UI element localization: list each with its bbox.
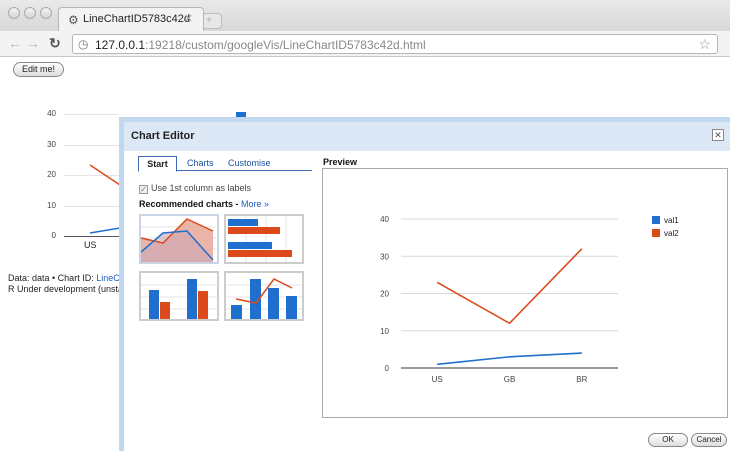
recommended-charts-heading: Recommended charts - More » [139,199,270,209]
editor-tabs: Start Charts Customise [138,156,312,172]
page-icon: ◷ [78,37,89,51]
use-first-column-checkbox[interactable]: ✓ [139,185,148,194]
y-tick-label: 20 [380,290,389,299]
puzzle-icon: ⚙ [68,13,79,27]
browser-titlebar: + ⚙ LineChartID5783c42d ✕ [0,0,730,31]
minimize-window-button[interactable] [24,7,36,19]
bg-y-tick: 30 [47,140,56,149]
browser-toolbar: ← → ↻ ◷ 127.0.0.1:19218/custom/googleVis… [0,31,730,57]
tab-charts[interactable]: Charts [187,156,214,171]
bg-val2-line [89,164,120,186]
legend-swatch-val2 [652,229,660,237]
bg-gridline [64,145,119,146]
use-first-column-option[interactable]: ✓ Use 1st column as labels [139,183,251,194]
bg-y-tick: 40 [47,109,56,118]
legend-label-val2: val2 [664,229,679,238]
url-text: 127.0.0.1:19218/custom/googleVis/LineCha… [95,38,426,52]
bar-chart-thumbnail-icon [228,216,292,262]
chart-info-line: Data: data • Chart ID: LineCh [8,273,125,283]
y-tick-label: 10 [380,327,389,336]
bg-y-tick: 10 [47,201,56,210]
column-chart-thumbnail-icon [141,279,217,319]
bookmark-star-icon[interactable]: ☆ [698,36,711,53]
bg-x-label: US [84,240,97,250]
column-chart-thumbnail[interactable] [139,271,219,321]
cancel-button[interactable]: Cancel [691,433,727,447]
edit-me-button[interactable]: Edit me! [13,62,65,77]
series-line-val2 [436,248,583,325]
chart-editor-dialog: Chart Editor ✕ Start Charts Customise ✓ U… [119,117,730,451]
close-icon[interactable]: ✕ [712,129,724,141]
area-chart-thumbnail[interactable] [139,214,219,264]
bg-val1-line [89,227,120,234]
bar-chart-thumbnail[interactable] [224,214,304,264]
x-tick-label: GB [504,375,516,384]
legend-label-val1: val1 [664,216,679,225]
y-tick-label: 40 [380,215,389,224]
tab-start[interactable]: Start [138,156,177,172]
use-first-column-label: Use 1st column as labels [151,183,252,193]
combo-chart-thumbnail[interactable] [224,271,304,321]
browser-tab[interactable]: ⚙ LineChartID5783c42d ✕ [58,7,204,31]
tab-customise[interactable]: Customise [228,156,271,171]
y-tick-label: 30 [380,252,389,261]
tab-close-icon[interactable]: ✕ [184,12,193,25]
bg-y-tick: 20 [47,170,56,179]
preview-chart: 0 10 20 30 40 US GB BR val1 val2 [322,168,728,418]
reload-icon[interactable]: ↻ [49,35,61,52]
r-version-line: R Under development (unsta [8,284,124,294]
back-arrow-icon[interactable]: ← [8,35,22,51]
bg-gridline [64,114,119,115]
close-window-button[interactable] [8,7,20,19]
ok-button[interactable]: OK [648,433,688,447]
x-tick-label: US [432,375,443,384]
tab-title: LineChartID5783c42d [83,13,191,25]
combo-chart-thumbnail-icon [226,278,302,319]
forward-arrow-icon[interactable]: → [26,35,40,51]
bg-lines [89,164,120,234]
preview-chart-svg: 0 10 20 30 40 US GB BR val1 val2 [380,215,679,384]
legend-swatch-val1 [652,216,660,224]
address-bar[interactable]: ◷ 127.0.0.1:19218/custom/googleVis/LineC… [72,34,718,54]
preview-heading: Preview [323,157,358,167]
x-tick-label: BR [576,375,587,384]
bg-y-tick: 0 [51,231,56,240]
zoom-window-button[interactable] [40,7,52,19]
area-chart-thumbnail-icon [140,218,217,262]
series-line-val1 [437,352,582,366]
y-tick-label: 0 [385,364,390,373]
more-charts-link[interactable]: More » [241,199,269,209]
dialog-title: Chart Editor [131,130,195,142]
dialog-header: Chart Editor ✕ [124,122,730,151]
